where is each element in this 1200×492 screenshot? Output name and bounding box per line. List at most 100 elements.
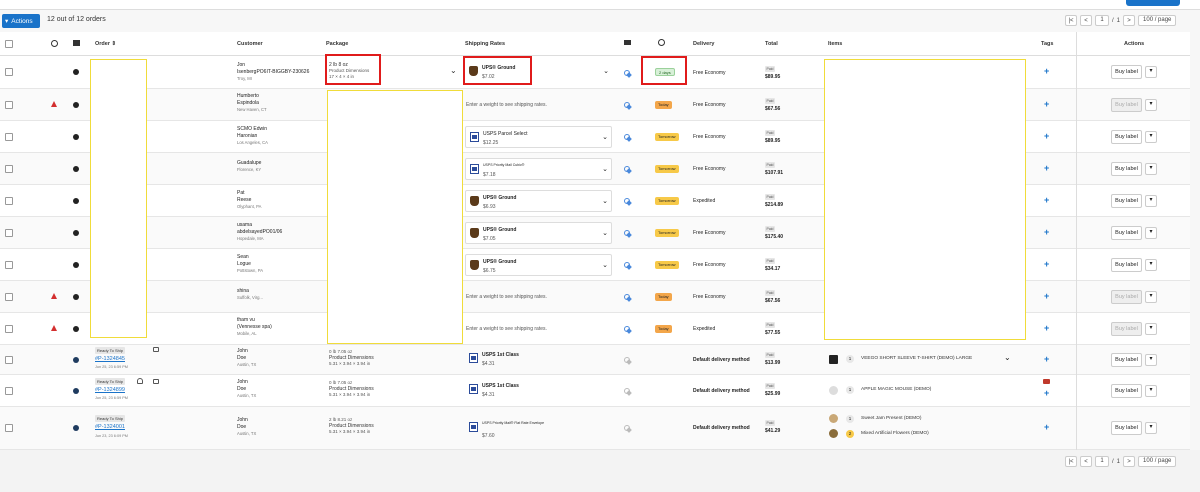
package-info[interactable]: 2 lb 8.21 oz Product Dimensions 5.31 × 3.9…	[329, 417, 374, 435]
add-tag-button[interactable]: +	[1044, 323, 1049, 333]
chevron-down-icon[interactable]: ⌄	[1004, 353, 1011, 362]
row-checkbox[interactable]	[5, 68, 13, 76]
rate-select[interactable]: USPS 1st Class $4.31	[465, 379, 612, 401]
next-page-button[interactable]: >	[1123, 15, 1136, 26]
first-page-button[interactable]: |<	[1065, 15, 1077, 26]
buy-label-menu-button[interactable]: ▾	[1145, 354, 1157, 366]
select-all-checkbox[interactable]	[5, 40, 13, 48]
per-page-select[interactable]: 100 / page	[1138, 456, 1177, 467]
package-info[interactable]: 0 lb 7.05 oz Product Dimensions 5.31 × 3.9…	[329, 349, 374, 367]
row-checkbox[interactable]	[5, 165, 13, 173]
rate-refresh-icon[interactable]	[624, 357, 632, 364]
add-tag-button[interactable]: +	[1044, 388, 1049, 398]
buy-label-button[interactable]: Buy label	[1111, 353, 1142, 367]
chat-icon[interactable]	[153, 379, 159, 384]
buy-label-menu-button[interactable]: ▾	[1145, 385, 1157, 397]
next-page-button[interactable]: >	[1123, 456, 1136, 467]
buy-label-button[interactable]: Buy label	[1111, 98, 1142, 112]
chevron-down-icon[interactable]: ⌄	[450, 66, 457, 75]
buy-label-menu-button[interactable]: ▾	[1145, 291, 1157, 303]
buy-label-menu-button[interactable]: ▾	[1145, 99, 1157, 111]
rate-refresh-icon[interactable]	[624, 262, 632, 269]
buy-label-menu-button[interactable]: ▾	[1145, 195, 1157, 207]
buy-label-menu-button[interactable]: ▾	[1145, 163, 1157, 175]
row-checkbox[interactable]	[5, 197, 13, 205]
rate-select[interactable]: UPS® Ground $7.05 ⌄	[465, 222, 612, 244]
rate-refresh-icon[interactable]	[624, 166, 632, 173]
add-tag-button[interactable]: +	[1044, 354, 1049, 364]
table-row[interactable]: Ready To Ship #P-1324899 Jun 25, 23 6:59…	[0, 375, 1200, 407]
rate-refresh-icon[interactable]	[624, 294, 632, 301]
rate-select[interactable]: UPS® Ground $6.75 ⌄	[465, 254, 612, 276]
tag-icon[interactable]	[1043, 379, 1050, 384]
add-tag-button[interactable]: +	[1044, 422, 1049, 432]
customer-name: SCMO Edwin	[237, 126, 268, 132]
per-page-select[interactable]: 100 / page	[1138, 15, 1177, 26]
rate-refresh-icon[interactable]	[624, 425, 632, 432]
actions-button[interactable]: ▾ Actions	[2, 14, 40, 28]
buy-label-button[interactable]: Buy label	[1111, 65, 1142, 79]
buy-label-menu-button[interactable]: ▾	[1145, 259, 1157, 271]
store-dot-icon	[73, 326, 79, 332]
rate-select[interactable]: USPS Priority Mail Cubic® $7.18 ⌄	[465, 158, 612, 180]
add-tag-button[interactable]: +	[1044, 131, 1049, 141]
rate-refresh-icon[interactable]	[624, 326, 632, 333]
row-checkbox[interactable]	[5, 229, 13, 237]
first-page-button[interactable]: |<	[1065, 456, 1077, 467]
prev-page-button[interactable]: <	[1080, 456, 1092, 467]
timer-icon[interactable]	[658, 39, 665, 46]
order-link[interactable]: #P-1324845	[95, 356, 125, 362]
table-row[interactable]: Ready To Ship #P-1324001 Jun 23, 23 6:09…	[0, 407, 1200, 450]
add-tag-button[interactable]: +	[1044, 259, 1049, 269]
add-tag-button[interactable]: +	[1044, 99, 1049, 109]
rate-select[interactable]: UPS® Ground $6.93 ⌄	[465, 190, 612, 212]
row-checkbox[interactable]	[5, 133, 13, 141]
page-input[interactable]: 1	[1095, 456, 1109, 467]
page-input[interactable]: 1	[1095, 15, 1109, 26]
buy-label-menu-button[interactable]: ▾	[1145, 131, 1157, 143]
rate-select[interactable]: USPS Priority Mail® Flat Rate Envelope $7…	[465, 417, 612, 439]
top-primary-button[interactable]	[1126, 0, 1180, 6]
buy-label-button[interactable]: Buy label	[1111, 258, 1142, 272]
rate-refresh-icon[interactable]	[624, 230, 632, 237]
row-checkbox[interactable]	[5, 325, 13, 333]
rate-select[interactable]: USPS Parcel Select $12.25 ⌄	[465, 126, 612, 148]
order-link[interactable]: #P-1324899	[95, 387, 125, 393]
row-checkbox[interactable]	[5, 293, 13, 301]
buy-label-button[interactable]: Buy label	[1111, 322, 1142, 336]
row-checkbox[interactable]	[5, 101, 13, 109]
buy-label-button[interactable]: Buy label	[1111, 421, 1142, 435]
buy-label-button[interactable]: Buy label	[1111, 194, 1142, 208]
buy-label-menu-button[interactable]: ▾	[1145, 323, 1157, 335]
scrollbar[interactable]	[1190, 32, 1200, 450]
prev-page-button[interactable]: <	[1080, 15, 1092, 26]
buy-label-button[interactable]: Buy label	[1111, 384, 1142, 398]
row-checkbox[interactable]	[5, 387, 13, 395]
row-checkbox[interactable]	[5, 424, 13, 432]
rate-refresh-icon[interactable]	[624, 102, 632, 109]
add-tag-button[interactable]: +	[1044, 195, 1049, 205]
col-order[interactable]: Order ⇕	[95, 41, 116, 47]
buy-label-button[interactable]: Buy label	[1111, 162, 1142, 176]
buy-label-menu-button[interactable]: ▾	[1145, 422, 1157, 434]
table-row[interactable]: Ready To Ship #P-1324845 Jun 25, 23 6:59…	[0, 345, 1200, 375]
rate-refresh-icon[interactable]	[624, 388, 632, 395]
add-tag-button[interactable]: +	[1044, 227, 1049, 237]
rate-select[interactable]: USPS 1st Class $4.31	[465, 348, 612, 370]
buy-label-button[interactable]: Buy label	[1111, 130, 1142, 144]
order-link[interactable]: #P-1324001	[95, 424, 125, 430]
buy-label-menu-button[interactable]: ▾	[1145, 227, 1157, 239]
rate-refresh-icon[interactable]	[624, 198, 632, 205]
add-tag-button[interactable]: +	[1044, 163, 1049, 173]
buy-label-menu-button[interactable]: ▾	[1145, 66, 1157, 78]
package-info[interactable]: 0 lb 7.05 oz Product Dimensions 5.31 × 3.9…	[329, 380, 374, 398]
add-tag-button[interactable]: +	[1044, 291, 1049, 301]
rate-refresh-icon[interactable]	[624, 134, 632, 141]
row-checkbox[interactable]	[5, 356, 13, 364]
buy-label-button[interactable]: Buy label	[1111, 290, 1142, 304]
rate-refresh-icon[interactable]	[624, 70, 632, 77]
buy-label-button[interactable]: Buy label	[1111, 226, 1142, 240]
row-checkbox[interactable]	[5, 261, 13, 269]
chat-icon[interactable]	[153, 347, 159, 352]
add-tag-button[interactable]: +	[1044, 66, 1049, 76]
